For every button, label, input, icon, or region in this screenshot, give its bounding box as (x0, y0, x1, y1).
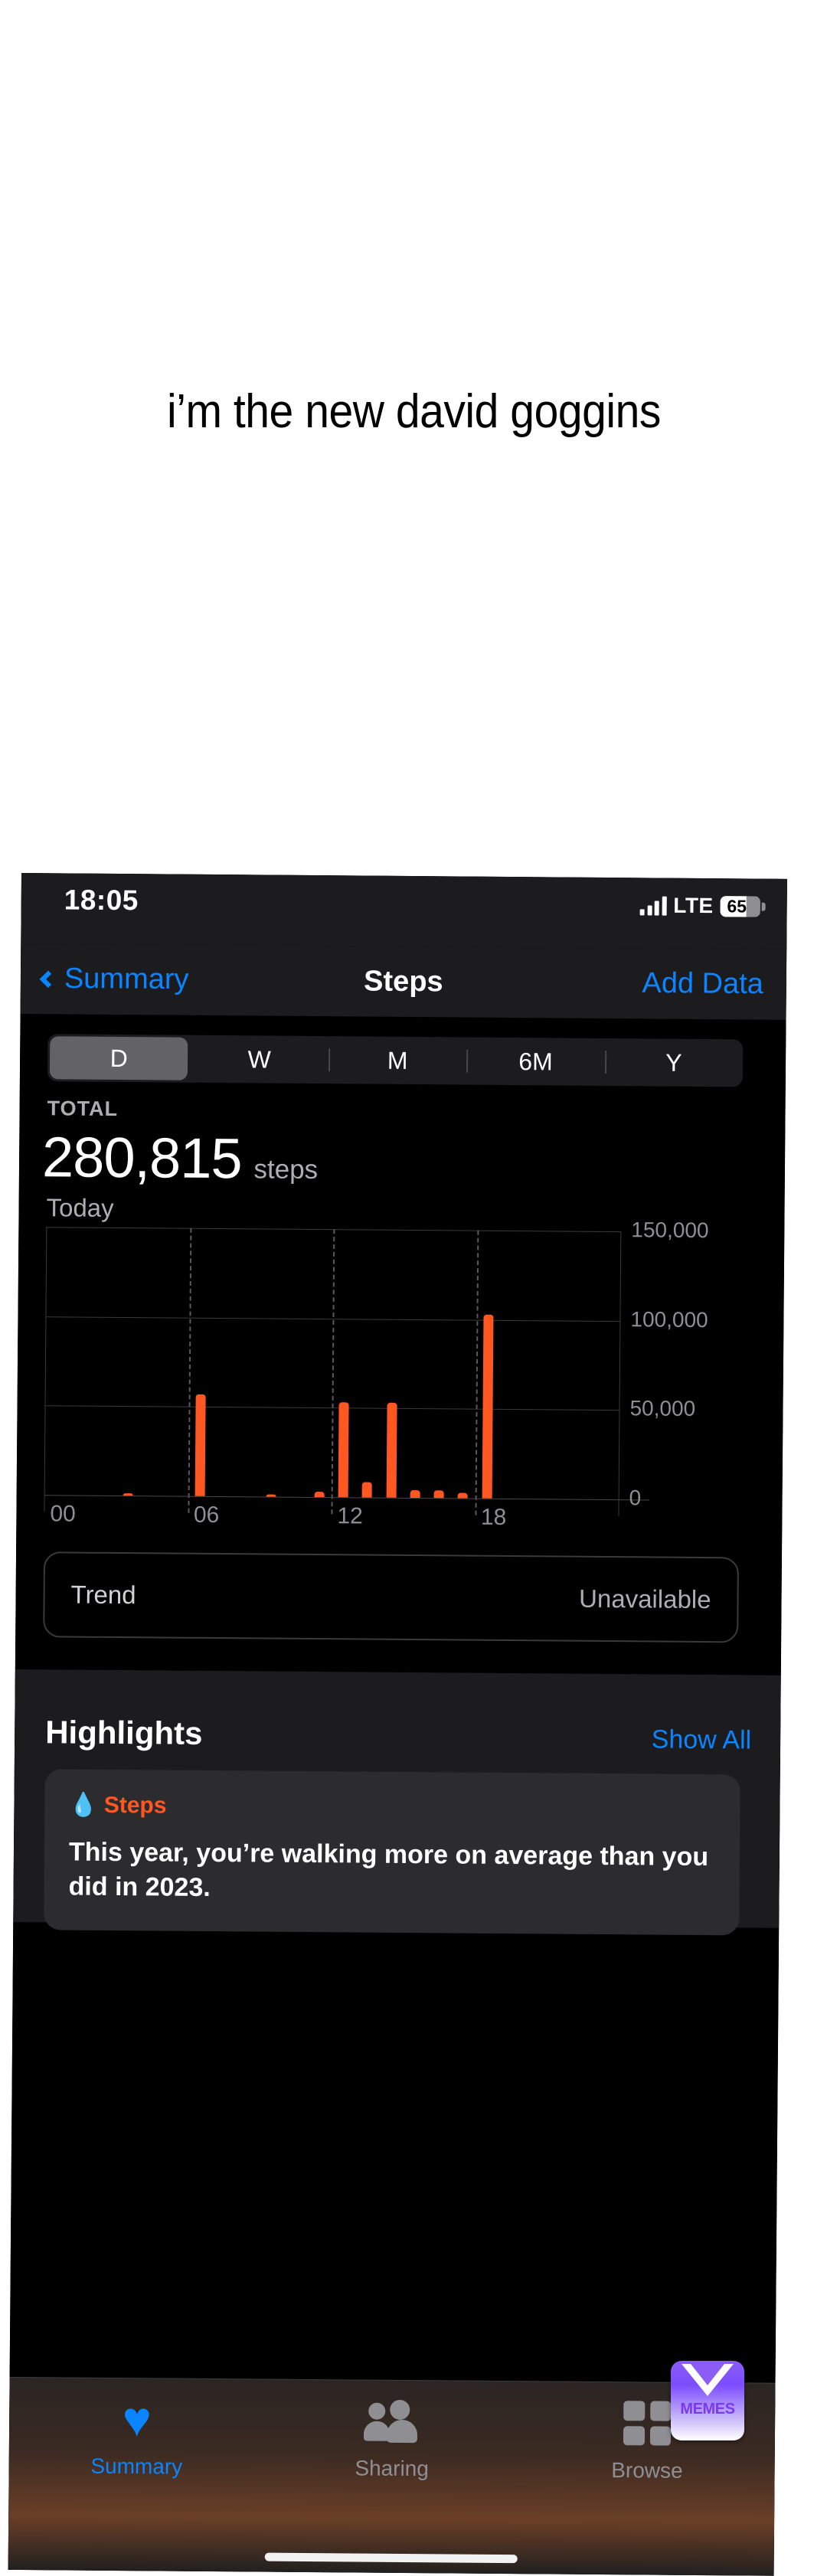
tab-sharing[interactable]: Sharing (264, 2396, 520, 2483)
meme-caption-text: i’m the new david goggins (166, 385, 661, 438)
highlight-card-kind: Steps (103, 1792, 167, 1819)
battery-icon: 65 (720, 895, 760, 917)
chart-time-divider (187, 1228, 191, 1513)
highlight-card-body: This year, you’re walking more on averag… (68, 1837, 709, 1902)
highlights-section: Highlights Show All 💧 Steps This year, y… (13, 1669, 781, 1936)
total-value: 280,815 (41, 1125, 242, 1191)
tab-summary-label: Summary (90, 2453, 183, 2479)
total-period: Today (46, 1193, 114, 1222)
steps-bar-chart[interactable]: 0 50,000 100,000 150,000 00 06 12 18 (44, 1218, 757, 1538)
chart-y-tick-label: 0 (629, 1486, 642, 1510)
tab-browse-label: Browse (611, 2458, 683, 2483)
memes-watermark: MEMES (671, 2361, 744, 2440)
battery-percent-label: 65 (727, 895, 747, 916)
chart-y-tick-label: 100,000 (630, 1306, 708, 1332)
chart-bar[interactable] (386, 1403, 397, 1498)
chart-bar[interactable] (433, 1490, 444, 1499)
chart-x-tick-label: 18 (480, 1504, 507, 1530)
tab-bar: ♥ Summary Sharing Browse (8, 2376, 776, 2576)
memes-watermark-label: MEMES (680, 2401, 735, 2417)
range-option-d[interactable]: D (49, 1036, 188, 1080)
chart-time-divider (331, 1229, 335, 1515)
grid-icon (623, 2398, 672, 2447)
range-option-w-label: W (247, 1044, 271, 1074)
tab-bar-divider (9, 2376, 776, 2384)
chart-bar[interactable] (482, 1314, 494, 1499)
trend-label: Trend (70, 1580, 136, 1610)
range-option-w[interactable]: W (190, 1035, 329, 1084)
total-unit: steps (253, 1154, 319, 1185)
chart-bar[interactable] (314, 1491, 325, 1498)
flame-icon: 💧 (69, 1792, 98, 1818)
total-label: TOTAL (47, 1097, 119, 1120)
segment-divider (604, 1050, 606, 1074)
highlights-title: Highlights (45, 1714, 203, 1751)
trend-card[interactable]: Trend Unavailable (43, 1551, 740, 1643)
tab-sharing-label: Sharing (355, 2456, 430, 2481)
show-all-button[interactable]: Show All (652, 1724, 752, 1755)
trend-value: Unavailable (578, 1584, 711, 1614)
home-indicator (264, 2552, 518, 2564)
meme-caption-area: i’m the new david goggins (0, 0, 827, 823)
chart-time-divider (474, 1230, 479, 1515)
chart-plot-area (44, 1227, 621, 1515)
people-icon (363, 2397, 421, 2447)
chart-x-tick-label: 12 (337, 1503, 363, 1529)
segment-divider (466, 1049, 469, 1073)
tab-summary[interactable]: ♥ Summary (9, 2391, 265, 2480)
range-option-d-label: D (110, 1044, 128, 1072)
chart-x-tick-label: 06 (193, 1502, 220, 1528)
chart-bar[interactable] (194, 1394, 206, 1496)
total-value-row: 280,815 steps (42, 1124, 319, 1192)
chart-bar[interactable] (361, 1482, 373, 1498)
heart-icon: ♥ (122, 2391, 152, 2447)
chart-x-tick-label: 00 (50, 1501, 76, 1527)
navigation-bar: Summary Steps Add Data (20, 943, 787, 1020)
range-selector[interactable]: D W M 6M Y (47, 1034, 744, 1087)
segment-divider (328, 1048, 331, 1072)
range-option-y[interactable]: Y (604, 1038, 743, 1087)
memes-envelope-inner-icon (691, 2364, 724, 2385)
highlight-card[interactable]: 💧 Steps This year, you’re walking more o… (44, 1769, 740, 1936)
chart-bar[interactable] (410, 1490, 420, 1499)
network-type-label: LTE (673, 893, 714, 918)
chart-y-tick-label: 150,000 (631, 1218, 709, 1243)
chart-time-divider (44, 1227, 47, 1512)
range-option-m-label: M (387, 1046, 408, 1074)
phone-screenshot: 18:05 LTE 65 Summary Steps Add Data D W … (8, 873, 787, 2576)
range-option-6m-label: 6M (518, 1047, 553, 1075)
add-data-button[interactable]: Add Data (642, 967, 763, 1001)
status-bar-time: 18:05 (64, 884, 139, 917)
cellular-bars-icon (639, 895, 667, 916)
range-option-6m[interactable]: 6M (466, 1038, 605, 1086)
range-option-m[interactable]: M (328, 1036, 467, 1084)
chart-bar[interactable] (338, 1402, 349, 1498)
status-bar: 18:05 LTE 65 (21, 873, 787, 950)
chart-y-tick-label: 50,000 (629, 1396, 696, 1421)
range-option-y-label: Y (665, 1048, 682, 1077)
